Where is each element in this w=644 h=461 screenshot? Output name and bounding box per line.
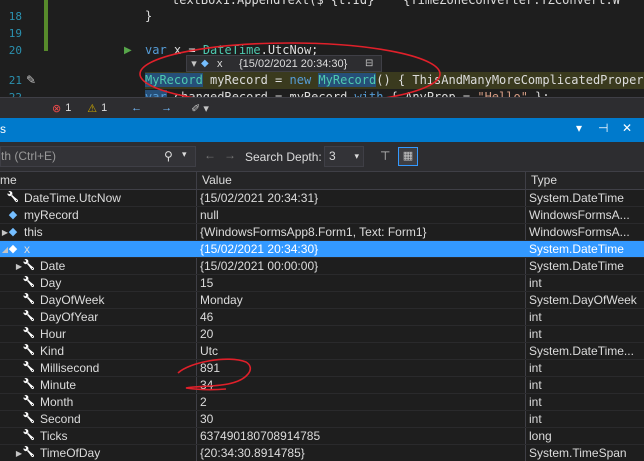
annotation-scribble: [177, 358, 252, 391]
